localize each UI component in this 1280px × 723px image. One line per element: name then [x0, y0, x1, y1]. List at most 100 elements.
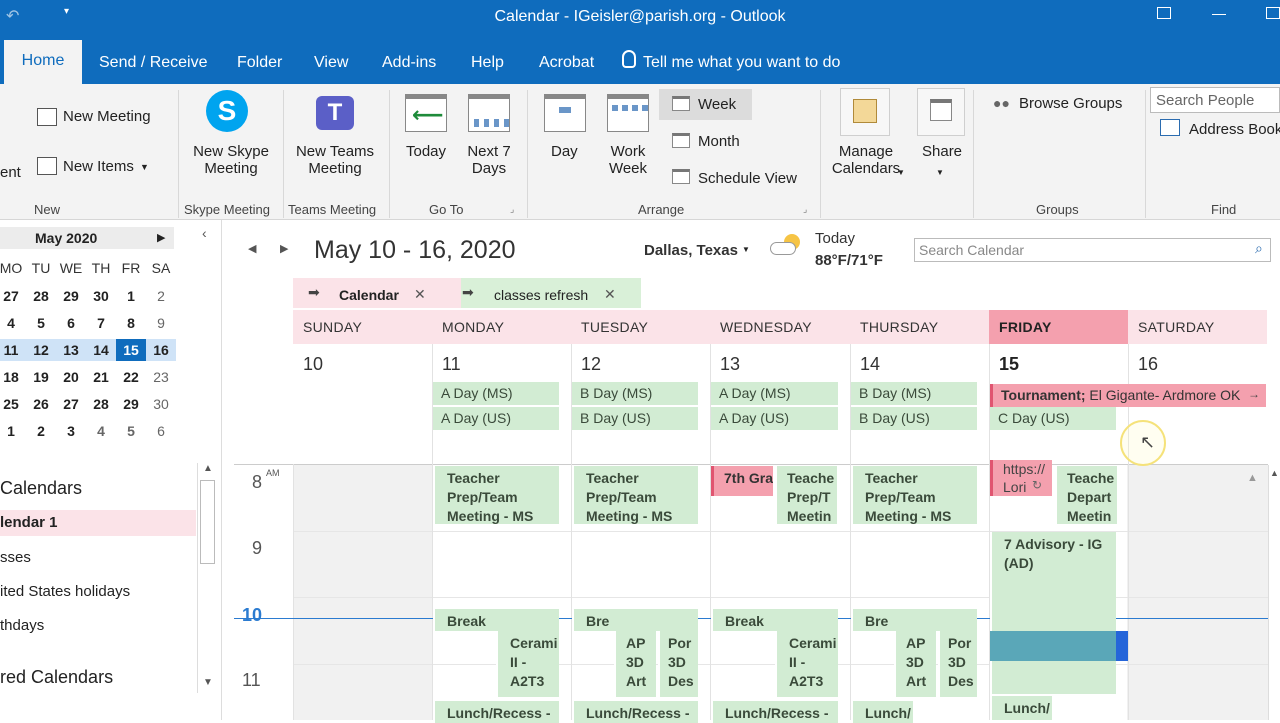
event-ap-3d-art[interactable]: AP 3D Art	[614, 631, 656, 697]
event-7th-grade[interactable]: 7th Gra	[711, 466, 773, 496]
mini-cal-day[interactable]: 29	[56, 285, 86, 307]
work-week-button[interactable]: Work Week	[605, 143, 651, 177]
new-teams-meeting-button[interactable]: New Teams Meeting	[294, 143, 376, 177]
chevron-down-icon[interactable]: ▼	[742, 245, 750, 254]
mini-cal-day[interactable]: 7	[86, 312, 116, 334]
allday-event-a-day-ms[interactable]: A Day (MS)	[433, 382, 559, 405]
ribbon-ent-label[interactable]: ent	[0, 164, 21, 181]
day-number-13[interactable]: 13	[720, 354, 740, 375]
event-teacher-prep-narrow[interactable]: Teache Prep/T Meetin	[775, 466, 837, 524]
mini-cal-day[interactable]: 13	[56, 339, 86, 361]
event-teacher-prep[interactable]: Teacher Prep/Team Meeting - MS	[433, 466, 559, 524]
allday-event-a-day-us[interactable]: A Day (US)	[711, 407, 838, 430]
day-number-16[interactable]: 16	[1138, 354, 1158, 375]
minimize-icon[interactable]	[1212, 14, 1226, 15]
close-icon[interactable]: ✕	[604, 286, 616, 303]
tab-home[interactable]: Home	[4, 40, 82, 84]
share-button[interactable]: Share	[922, 143, 962, 160]
tell-me-search[interactable]: Tell me what you want to do	[643, 50, 840, 82]
allday-event-b-day-us[interactable]: B Day (US)	[851, 407, 977, 430]
event-advisory[interactable]: 7 Advisory - IG (AD)	[990, 532, 1116, 694]
mini-cal-day[interactable]: 19	[26, 366, 56, 388]
tab-help[interactable]: Help	[471, 50, 504, 82]
allday-event-b-day-ms[interactable]: B Day (MS)	[572, 382, 698, 405]
event-portfolio-3d-design[interactable]: Por 3D Des	[658, 631, 698, 697]
day-number-15[interactable]: 15	[999, 354, 1019, 375]
day-number-11[interactable]: 11	[442, 354, 461, 375]
event-break[interactable]: Break	[433, 609, 559, 631]
address-book-button[interactable]: Address Book	[1189, 121, 1280, 138]
mini-cal-day[interactable]: 6	[146, 420, 176, 442]
allday-event-c-day-us[interactable]: C Day (US)	[990, 407, 1116, 430]
tab-acrobat[interactable]: Acrobat	[539, 50, 594, 82]
event-teacher-prep[interactable]: Teacher Prep/Team Meeting - MS	[851, 466, 977, 524]
tab-view[interactable]: View	[314, 50, 348, 82]
event-ap-3d-art[interactable]: AP 3D Art	[894, 631, 936, 697]
day-header-thursday[interactable]: THURSDAY	[850, 310, 989, 344]
mini-cal-day[interactable]: 3	[56, 420, 86, 442]
mini-cal-day[interactable]: 8	[116, 312, 146, 334]
tab-folder[interactable]: Folder	[237, 50, 282, 82]
close-icon[interactable]: ✕	[414, 286, 426, 303]
arrow-right-icon[interactable]: →	[1248, 387, 1260, 401]
mini-cal-day[interactable]: 9	[146, 312, 176, 334]
calendar-scrollbar[interactable]	[1268, 465, 1280, 720]
day-header-tuesday[interactable]: TUESDAY	[571, 310, 710, 344]
location-dropdown[interactable]: Dallas, Texas	[644, 242, 738, 259]
mini-cal-day[interactable]: 2	[26, 420, 56, 442]
allday-event-tournament[interactable]: Tournament; El Gigante- Ardmore OK	[990, 384, 1266, 407]
next-week-icon[interactable]: ▶	[280, 242, 288, 255]
nav-item-calendar-1[interactable]: lendar 1	[0, 514, 58, 531]
collapse-pane-icon[interactable]: ‹	[202, 225, 207, 241]
scroll-up-icon[interactable]: ▲	[203, 463, 213, 474]
new-items-button[interactable]: New Items	[63, 158, 134, 175]
shared-calendars-header[interactable]: red Calendars	[0, 667, 113, 688]
mini-cal-day[interactable]: 30	[86, 285, 116, 307]
search-icon[interactable]: ⌕	[1255, 240, 1263, 257]
mini-cal-day[interactable]: 1	[0, 420, 26, 442]
search-calendar-input[interactable]: Search Calendar	[914, 238, 1271, 262]
prev-week-icon[interactable]: ◀	[248, 242, 256, 255]
allday-event-b-day-us[interactable]: B Day (US)	[572, 407, 698, 430]
today-button[interactable]: Today	[406, 143, 446, 160]
mini-cal-day[interactable]: 4	[86, 420, 116, 442]
mini-cal-day[interactable]: 11	[0, 339, 26, 361]
event-break[interactable]: Bre	[572, 609, 698, 631]
allday-event-a-day-ms[interactable]: A Day (MS)	[711, 382, 838, 405]
mini-cal-day[interactable]: 21	[86, 366, 116, 388]
mini-cal-day[interactable]: 4	[0, 312, 26, 334]
day-header-friday[interactable]: FRIDAY	[989, 310, 1128, 344]
event-lunch-short[interactable]: Lunch/	[990, 696, 1052, 720]
mini-cal-day[interactable]: 29	[116, 393, 146, 415]
next-7-days-button[interactable]: Next 7 Days	[466, 143, 512, 177]
day-view-button[interactable]: Day	[551, 143, 578, 160]
mini-cal-day[interactable]: 12	[26, 339, 56, 361]
nav-item-birthdays[interactable]: thdays	[0, 617, 44, 634]
new-meeting-button[interactable]: New Meeting	[63, 108, 151, 125]
search-people-input[interactable]: Search People	[1150, 87, 1280, 113]
allday-event-b-day-ms[interactable]: B Day (MS)	[851, 382, 977, 405]
new-skype-meeting-button[interactable]: New Skype Meeting	[190, 143, 272, 177]
month-view-button[interactable]: Month	[698, 133, 740, 150]
nav-item-us-holidays[interactable]: ited States holidays	[0, 583, 130, 600]
day-header-monday[interactable]: MONDAY	[432, 310, 571, 344]
day-number-14[interactable]: 14	[860, 354, 880, 375]
tab-send-receive[interactable]: Send / Receive	[99, 50, 208, 82]
scroll-up-icon[interactable]: ▲	[1247, 472, 1258, 484]
event-ceramics[interactable]: Cerami II - A2T3	[496, 631, 559, 697]
scroll-up-icon[interactable]: ▲	[1270, 468, 1279, 478]
mini-cal-day[interactable]: 14	[86, 339, 116, 361]
day-number-12[interactable]: 12	[581, 354, 601, 375]
scroll-thumb[interactable]	[200, 480, 215, 564]
ribbon-display-icon[interactable]	[1157, 7, 1171, 19]
mini-cal-day[interactable]: 25	[0, 393, 26, 415]
maximize-icon[interactable]	[1266, 7, 1280, 19]
allday-event-a-day-us[interactable]: A Day (US)	[433, 407, 559, 430]
event-ceramics[interactable]: Cerami II - A2T3	[775, 631, 838, 697]
event-break[interactable]: Break	[711, 609, 838, 631]
browse-groups-button[interactable]: Browse Groups	[1019, 95, 1122, 112]
mini-cal-day[interactable]: 6	[56, 312, 86, 334]
event-portfolio-3d-design[interactable]: Por 3D Des	[938, 631, 977, 697]
my-calendars-header[interactable]: Calendars	[0, 478, 82, 499]
mini-cal-day[interactable]: 15	[116, 339, 146, 361]
